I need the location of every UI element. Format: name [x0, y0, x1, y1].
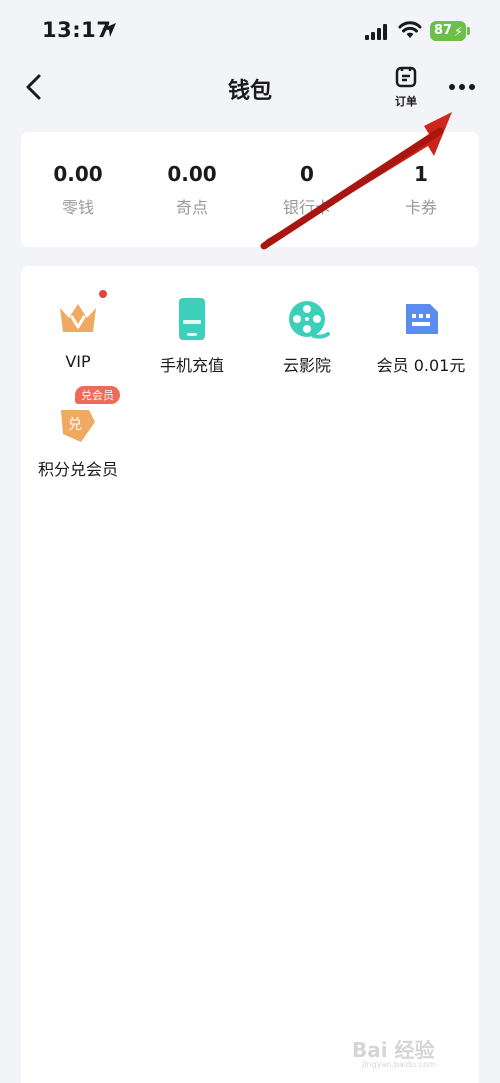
orders-button[interactable]: 订单	[388, 66, 424, 112]
balance-label: 银行卡	[282, 198, 331, 217]
cellular-signal-icon	[365, 24, 387, 40]
balance-item-bank-cards[interactable]: 0 银行卡	[250, 162, 364, 218]
status-bar: 13:17 87 ⚡	[0, 0, 500, 62]
service-label: VIP	[65, 352, 91, 371]
exchange-icon-text: 兑	[68, 417, 82, 433]
notification-dot	[99, 290, 107, 298]
service-phone-recharge[interactable]: 手机充值	[135, 296, 249, 376]
service-cloud-cinema[interactable]: 云影院	[250, 296, 364, 376]
wifi-icon	[398, 21, 422, 38]
balance-value: 1	[414, 162, 428, 186]
service-label: 积分兑会员	[37, 460, 118, 479]
order-list-icon	[395, 66, 417, 88]
exchange-icon: 兑 兑会员	[55, 386, 120, 446]
more-options-icon[interactable]	[446, 72, 478, 102]
exchange-badge: 兑会员	[75, 386, 120, 404]
battery-cap	[467, 27, 470, 35]
balance-card: 0.00 零钱 0.00 奇点 0 银行卡 1 卡券	[21, 132, 479, 247]
balance-value: 0	[300, 162, 314, 186]
service-label: 手机充值	[159, 356, 224, 375]
content-area	[21, 516, 479, 1083]
balance-value: 0.00	[167, 162, 217, 186]
crown-icon	[55, 290, 107, 342]
balance-item-coupons[interactable]: 1 卡券	[364, 162, 478, 218]
location-arrow-icon	[102, 23, 116, 37]
watermark: Bai 经验 jingyan.baidu.com	[352, 1030, 492, 1070]
balance-item-change[interactable]: 0.00 零钱	[21, 162, 135, 218]
service-member-offer[interactable]: 会员 0.01元	[364, 296, 478, 376]
balance-label: 卡券	[404, 198, 437, 217]
card-icon	[398, 296, 444, 342]
services-card: VIP 手机充值 云影院 会员 0.01元 兑 兑会员 积分兑会员	[21, 266, 479, 516]
balance-label: 零钱	[61, 198, 94, 217]
battery-level: 87	[434, 23, 453, 38]
phone-icon	[169, 296, 215, 342]
battery-indicator: 87 ⚡	[430, 21, 466, 41]
service-label: 会员 0.01元	[376, 356, 466, 375]
balance-value: 0.00	[53, 162, 103, 186]
nav-bar: 钱包 订单	[0, 62, 500, 112]
charging-bolt-icon: ⚡	[453, 25, 463, 40]
page-title: 钱包	[227, 79, 272, 104]
service-label: 云影院	[282, 356, 331, 375]
service-points-exchange[interactable]: 兑 兑会员 积分兑会员	[21, 386, 135, 480]
film-reel-icon	[284, 296, 330, 342]
balance-item-points[interactable]: 0.00 奇点	[135, 162, 249, 218]
balance-label: 奇点	[175, 198, 208, 217]
orders-label: 订单	[395, 95, 417, 108]
watermark-text: Bai 经验	[352, 1038, 435, 1062]
service-vip[interactable]: VIP	[21, 290, 135, 371]
watermark-url: jingyan.baidu.com	[362, 1060, 436, 1069]
